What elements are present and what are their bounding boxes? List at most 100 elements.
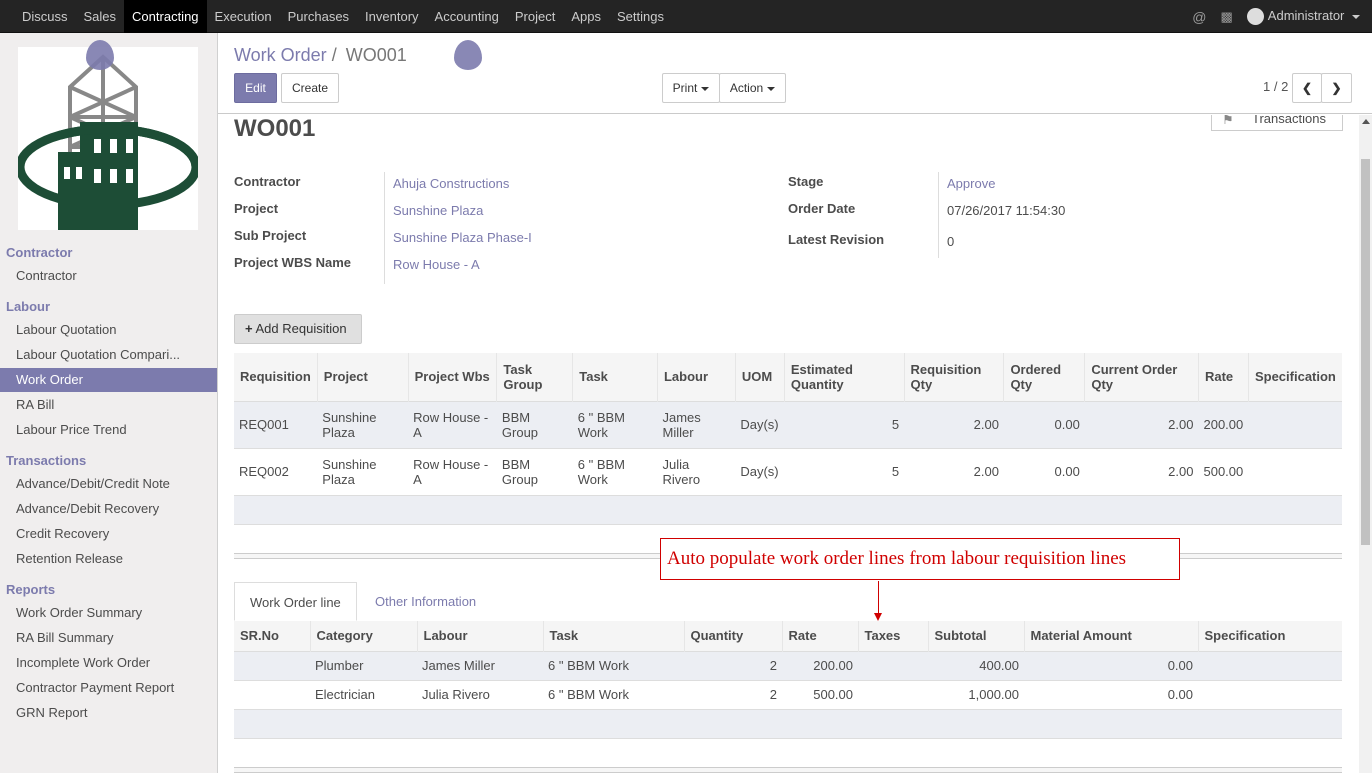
sidebar-item-ra-bill-summary[interactable]: RA Bill Summary bbox=[0, 626, 217, 650]
stage-field[interactable]: Approve bbox=[947, 176, 995, 191]
sidebar-section-labour: Labour bbox=[6, 299, 51, 314]
cell: 0.00 bbox=[1167, 687, 1193, 703]
cell: James Miller bbox=[422, 658, 495, 673]
sidebar-item-grn-report[interactable]: GRN Report bbox=[0, 701, 217, 725]
chat-icon[interactable]: ▩ bbox=[1221, 9, 1233, 25]
sidebar-item-labour-quotation-comparison[interactable]: Labour Quotation Compari... bbox=[0, 343, 217, 367]
transactions-button[interactable]: ⚑ Transactions bbox=[1211, 115, 1343, 131]
requisition-table: Requisition Project Project Wbs Task Gro… bbox=[234, 353, 1342, 495]
print-label: Print bbox=[672, 81, 698, 95]
chevron-down-icon bbox=[1352, 14, 1360, 19]
at-icon[interactable]: @ bbox=[1192, 9, 1206, 25]
column-header[interactable]: Project bbox=[317, 353, 409, 401]
flag-icon: ⚑ bbox=[1222, 115, 1234, 127]
cell: REQ001 bbox=[239, 417, 289, 432]
column-header[interactable]: Category bbox=[310, 621, 418, 651]
column-header[interactable]: UOM bbox=[735, 353, 785, 401]
column-header[interactable]: Rate bbox=[782, 621, 859, 651]
column-header[interactable]: Quantity bbox=[684, 621, 783, 651]
column-header[interactable]: Requisition Qty bbox=[904, 353, 1005, 401]
cell: Row House - A bbox=[413, 409, 489, 440]
edit-button[interactable]: Edit bbox=[234, 73, 277, 103]
column-header[interactable]: Labour bbox=[657, 353, 736, 401]
column-header[interactable]: Labour bbox=[417, 621, 544, 651]
create-button[interactable]: Create bbox=[281, 73, 339, 103]
cell: 2.00 bbox=[1168, 464, 1194, 480]
sidebar-item-advance-debit-credit-note[interactable]: Advance/Debit/Credit Note bbox=[0, 472, 217, 496]
column-header[interactable]: Requisition bbox=[234, 353, 318, 401]
column-header[interactable]: SR.No bbox=[234, 621, 311, 651]
column-header[interactable]: Task bbox=[572, 353, 658, 401]
menu-discuss[interactable]: Discuss bbox=[14, 0, 76, 33]
latest-revision-field: 0 bbox=[947, 234, 955, 249]
menu-execution[interactable]: Execution bbox=[207, 0, 280, 33]
menu-apps[interactable]: Apps bbox=[563, 0, 609, 33]
sidebar-item-retention-release[interactable]: Retention Release bbox=[0, 547, 217, 571]
company-logo bbox=[15, 47, 201, 230]
column-header[interactable]: Ordered Qty bbox=[1003, 353, 1086, 401]
column-header[interactable]: Current Order Qty bbox=[1084, 353, 1199, 401]
column-header[interactable]: Specification bbox=[1248, 353, 1342, 401]
menu-sales[interactable]: Sales bbox=[76, 0, 125, 33]
table-row[interactable]: REQ001 Sunshine Plaza Row House - A BBM … bbox=[234, 401, 1342, 448]
project-field[interactable]: Sunshine Plaza bbox=[393, 203, 483, 218]
menu-purchases[interactable]: Purchases bbox=[280, 0, 357, 33]
cell: 6 " BBM Work bbox=[577, 409, 625, 440]
cell: 500.00 bbox=[1203, 464, 1244, 480]
project-label: Project bbox=[234, 201, 279, 216]
sidebar-item-work-order[interactable]: Work Order bbox=[0, 368, 217, 392]
cell: Sunshine Plaza bbox=[322, 456, 377, 487]
column-header[interactable]: Specification bbox=[1198, 621, 1342, 651]
project-wbs-label: Project WBS Name bbox=[234, 255, 352, 270]
cell bbox=[1198, 651, 1342, 680]
cell: Electrician bbox=[315, 687, 375, 703]
column-header[interactable]: Material Amount bbox=[1024, 621, 1199, 651]
separator bbox=[234, 767, 1342, 773]
column-header[interactable]: Estimated Quantity bbox=[784, 353, 905, 401]
column-header[interactable]: Task Group bbox=[496, 353, 574, 401]
cell: 2 bbox=[769, 687, 777, 703]
column-header[interactable]: Taxes bbox=[858, 621, 929, 651]
action-button[interactable]: Action bbox=[719, 73, 786, 103]
table-row[interactable]: Electrician Julia Rivero 6 " BBM Work 2 … bbox=[234, 680, 1342, 709]
project-wbs-field[interactable]: Row House - A bbox=[393, 257, 480, 272]
pager-next-button[interactable]: ❯ bbox=[1321, 73, 1352, 103]
print-button[interactable]: Print bbox=[662, 73, 720, 103]
sidebar-item-ra-bill[interactable]: RA Bill bbox=[0, 393, 217, 417]
action-label: Action bbox=[729, 81, 764, 95]
menu-project[interactable]: Project bbox=[507, 0, 563, 33]
tab-work-order-line[interactable]: Work Order line bbox=[234, 582, 357, 621]
add-requisition-button[interactable]: + Add Requisition bbox=[234, 314, 362, 344]
sub-project-field[interactable]: Sunshine Plaza Phase-I bbox=[393, 230, 532, 245]
sidebar-item-contractor[interactable]: Contractor bbox=[0, 264, 217, 288]
column-header[interactable]: Task bbox=[543, 621, 685, 651]
table-row[interactable]: Plumber James Miller 6 " BBM Work 2 200.… bbox=[234, 651, 1342, 680]
scroll-up-icon[interactable] bbox=[1362, 119, 1370, 124]
menu-settings[interactable]: Settings bbox=[609, 0, 672, 33]
table-row[interactable]: REQ002 Sunshine Plaza Row House - A BBM … bbox=[234, 448, 1342, 495]
column-header[interactable]: Subtotal bbox=[928, 621, 1025, 651]
menu-contracting[interactable]: Contracting bbox=[124, 0, 207, 33]
sidebar-item-contractor-payment-report[interactable]: Contractor Payment Report bbox=[0, 676, 217, 700]
sidebar-item-labour-quotation[interactable]: Labour Quotation bbox=[0, 318, 217, 342]
user-menu[interactable]: Administrator bbox=[1246, 8, 1360, 26]
transactions-label: Transactions bbox=[1252, 115, 1326, 126]
cell: 2.00 bbox=[1168, 417, 1194, 432]
scrollbar-thumb[interactable] bbox=[1361, 159, 1370, 545]
sidebar-item-advance-debit-recovery[interactable]: Advance/Debit Recovery bbox=[0, 497, 217, 521]
pager-previous-button[interactable]: ❮ bbox=[1292, 73, 1322, 103]
cell: Plumber bbox=[315, 658, 364, 673]
menu-accounting[interactable]: Accounting bbox=[427, 0, 507, 33]
contractor-field[interactable]: Ahuja Constructions bbox=[393, 176, 509, 191]
scrollbar[interactable] bbox=[1359, 115, 1372, 773]
column-header[interactable]: Project Wbs bbox=[408, 353, 498, 401]
sidebar-item-labour-price-trend[interactable]: Labour Price Trend bbox=[0, 418, 217, 442]
tab-other-information[interactable]: Other Information bbox=[360, 582, 491, 621]
sidebar-item-work-order-summary[interactable]: Work Order Summary bbox=[0, 601, 217, 625]
breadcrumb-parent[interactable]: Work Order bbox=[234, 45, 327, 65]
menu-inventory[interactable]: Inventory bbox=[357, 0, 426, 33]
sidebar-item-credit-recovery[interactable]: Credit Recovery bbox=[0, 522, 217, 546]
cell: BBM Group bbox=[501, 409, 539, 440]
sidebar-item-incomplete-work-order[interactable]: Incomplete Work Order bbox=[0, 651, 217, 675]
column-header[interactable]: Rate bbox=[1198, 353, 1249, 401]
